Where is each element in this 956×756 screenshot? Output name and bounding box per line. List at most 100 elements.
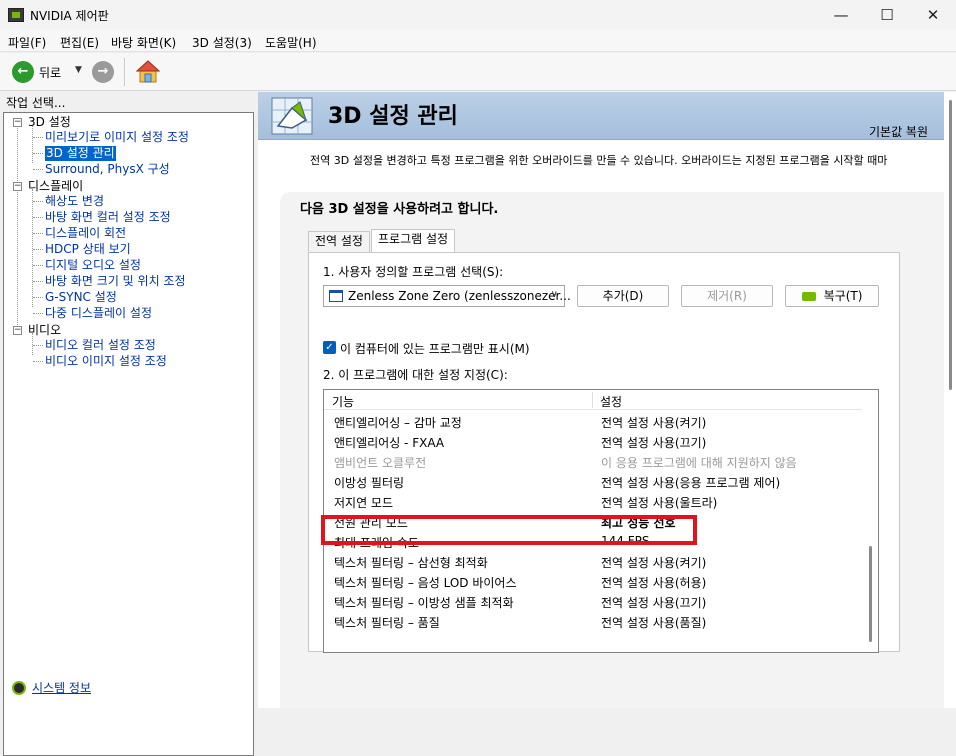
toolbar: ← 뒤로 ▼ →: [0, 53, 956, 91]
tree-item-desktop-color[interactable]: 바탕 화면 컬러 설정 조정: [45, 210, 171, 225]
restore-defaults-link[interactable]: 기본값 복원: [869, 123, 928, 140]
nvidia-app-icon: [8, 8, 24, 22]
page-title: 3D 설정 관리: [328, 104, 458, 129]
tree-guide-line: [32, 125, 33, 163]
left-pane: 작업 선택... − 3D 설정 미리보기로 이미지 설정 조정 3D 설정 관…: [0, 92, 258, 756]
home-icon[interactable]: [135, 59, 161, 85]
table-row[interactable]: 앤티엘리어싱 – 감마 교정 전역 설정 사용(켜기): [324, 412, 864, 432]
tree-branch-line: [33, 153, 43, 154]
tree-branch-line: [33, 169, 43, 170]
tree-group-display[interactable]: 디스플레이: [28, 179, 83, 194]
column-feature-header[interactable]: 기능: [332, 393, 354, 410]
menu-edit[interactable]: 편집(E): [60, 34, 99, 51]
settings-panel: 다음 3D 설정을 사용하려고 합니다. 전역 설정 프로그램 설정 1. 사용…: [280, 192, 944, 708]
tree-branch-line: [33, 345, 43, 346]
table-row[interactable]: 이방성 필터링 전역 설정 사용(응용 프로그램 제어): [324, 472, 864, 492]
collapse-icon[interactable]: −: [13, 118, 22, 127]
column-divider: [592, 392, 593, 408]
tab-program-settings[interactable]: 프로그램 설정: [371, 229, 456, 252]
tree-item-resolution[interactable]: 해상도 변경: [45, 194, 104, 209]
step2-label: 2. 이 프로그램에 대한 설정 지정(C):: [323, 368, 508, 382]
menu-3d-settings[interactable]: 3D 설정(3): [192, 34, 252, 51]
chevron-down-icon: ∨: [550, 289, 558, 300]
tree-branch-line: [33, 249, 43, 250]
list-header: 기능 설정: [324, 390, 864, 410]
list-scroll-thumb[interactable]: [869, 546, 872, 642]
system-info-link[interactable]: 시스템 정보: [32, 679, 91, 696]
task-tree: − 3D 설정 미리보기로 이미지 설정 조정 3D 설정 관리 Surroun…: [3, 112, 254, 756]
menu-desktop[interactable]: 바탕 화면(K): [111, 34, 176, 51]
table-row[interactable]: 앤티엘리어싱 - FXAA 전역 설정 사용(끄기): [324, 432, 864, 452]
tree-item-manage-3d[interactable]: 3D 설정 관리: [45, 146, 116, 161]
step1-label: 1. 사용자 정의할 프로그램 선택(S):: [323, 265, 504, 279]
restore-button[interactable]: 복구(T): [785, 285, 879, 307]
page-banner: 3D 설정 관리 기본값 복원: [258, 92, 944, 140]
tree-guide-line: [17, 125, 18, 333]
tree-branch-line: [33, 313, 43, 314]
tree-item-desktop-size[interactable]: 바탕 화면 크기 및 위치 조정: [45, 274, 186, 289]
back-label[interactable]: 뒤로: [39, 64, 61, 81]
setting-cell: 최고 성능 선호: [601, 516, 676, 530]
back-dropdown-icon[interactable]: ▼: [75, 65, 82, 75]
table-row[interactable]: 텍스처 필터링 – 삼선형 최적화 전역 설정 사용(켜기): [324, 552, 864, 572]
feature-cell: 저지연 모드: [334, 496, 394, 510]
menu-help[interactable]: 도움말(H): [265, 34, 317, 51]
content-scrollbar[interactable]: [944, 92, 956, 708]
toolbar-divider: [124, 58, 125, 86]
table-row-max-frame-rate[interactable]: 최대 프레임 속도 144 FPS: [324, 532, 864, 552]
feature-cell: 텍스처 필터링 – 삼선형 최적화: [334, 556, 488, 570]
tree-item-gsync[interactable]: G-SYNC 설정: [45, 290, 117, 305]
table-row[interactable]: 저지연 모드 전역 설정 사용(울트라): [324, 492, 864, 512]
column-setting-header[interactable]: 설정: [600, 393, 622, 410]
system-info-icon: [12, 681, 26, 695]
add-button[interactable]: 추가(D): [577, 285, 669, 307]
tree-item-surround-physx[interactable]: Surround, PhysX 구성: [45, 162, 170, 177]
tree-item-video-image[interactable]: 비디오 이미지 설정 조정: [45, 354, 167, 369]
table-row[interactable]: 전원 관리 모드 최고 성능 선호: [324, 512, 864, 532]
show-local-programs-checkbox[interactable]: ✓: [323, 341, 336, 354]
tab-global-settings[interactable]: 전역 설정: [308, 231, 370, 252]
title-bar: NVIDIA 제어판 — ☐ ✕: [0, 0, 956, 30]
tree-group-3d-settings[interactable]: 3D 설정: [28, 115, 71, 130]
feature-cell: 앰비언트 오클루전: [334, 456, 427, 470]
setting-cell: 전역 설정 사용(켜기): [601, 556, 707, 570]
list-scrollbar[interactable]: [862, 390, 878, 652]
setting-cell: 이 응용 프로그램에 대해 지원하지 않음: [601, 456, 797, 470]
feature-cell: 앤티엘리어싱 – 감마 교정: [334, 416, 462, 430]
tree-item-multi-display[interactable]: 다중 디스플레이 설정: [45, 306, 152, 321]
feature-cell: 텍스처 필터링 – 품질: [334, 616, 440, 630]
program-select[interactable]: Zenless Zone Zero (zenlesszonezer... ∨: [323, 285, 571, 307]
tree-item-hdcp[interactable]: HDCP 상태 보기: [45, 242, 131, 257]
table-row[interactable]: 텍스처 필터링 – 품질 전역 설정 사용(품질): [324, 612, 864, 632]
tree-item-preview-image[interactable]: 미리보기로 이미지 설정 조정: [45, 130, 189, 145]
content-pane: 3D 설정 관리 기본값 복원 전역 3D 설정을 변경하고 특정 프로그램을 …: [258, 92, 944, 708]
window-title: NVIDIA 제어판: [30, 9, 109, 23]
maximize-button[interactable]: ☐: [864, 0, 910, 30]
setting-cell: 전역 설정 사용(끄기): [601, 596, 707, 610]
collapse-icon[interactable]: −: [13, 182, 22, 191]
tree-group-video[interactable]: 비디오: [28, 323, 61, 338]
feature-cell: 텍스처 필터링 – 이방성 샘플 최적화: [334, 596, 514, 610]
feature-cell: 앤티엘리어싱 - FXAA: [334, 436, 445, 450]
content-scroll-thumb[interactable]: [949, 100, 952, 390]
show-local-programs-label[interactable]: 이 컴퓨터에 있는 프로그램만 표시(M): [340, 340, 530, 357]
setting-cell: 전역 설정 사용(허용): [601, 576, 707, 590]
tree-branch-line: [33, 361, 43, 362]
back-arrow-icon[interactable]: ←: [12, 61, 34, 83]
table-row[interactable]: 텍스처 필터링 – 음성 LOD 바이어스 전역 설정 사용(허용): [324, 572, 864, 592]
menu-file[interactable]: 파일(F): [8, 34, 46, 51]
minimize-button[interactable]: —: [818, 0, 864, 30]
menu-bar: 파일(F) 편집(E) 바탕 화면(K) 3D 설정(3) 도움말(H): [0, 30, 956, 52]
feature-cell: 이방성 필터링: [334, 476, 405, 490]
close-button[interactable]: ✕: [910, 0, 956, 30]
table-row[interactable]: 앰비언트 오클루전 이 응용 프로그램에 대해 지원하지 않음: [324, 452, 864, 472]
tree-item-video-color[interactable]: 비디오 컬러 설정 조정: [45, 338, 156, 353]
forward-arrow-icon[interactable]: →: [92, 61, 114, 83]
tree-item-digital-audio[interactable]: 디지털 오디오 설정: [45, 258, 141, 273]
feature-cell: 전원 관리 모드: [334, 516, 408, 530]
tree-item-rotate-display[interactable]: 디스플레이 회전: [45, 226, 126, 241]
remove-button[interactable]: 제거(R): [681, 285, 773, 307]
collapse-icon[interactable]: −: [13, 326, 22, 335]
tree-guide-line: [32, 189, 33, 307]
table-row[interactable]: 텍스처 필터링 – 이방성 샘플 최적화 전역 설정 사용(끄기): [324, 592, 864, 612]
